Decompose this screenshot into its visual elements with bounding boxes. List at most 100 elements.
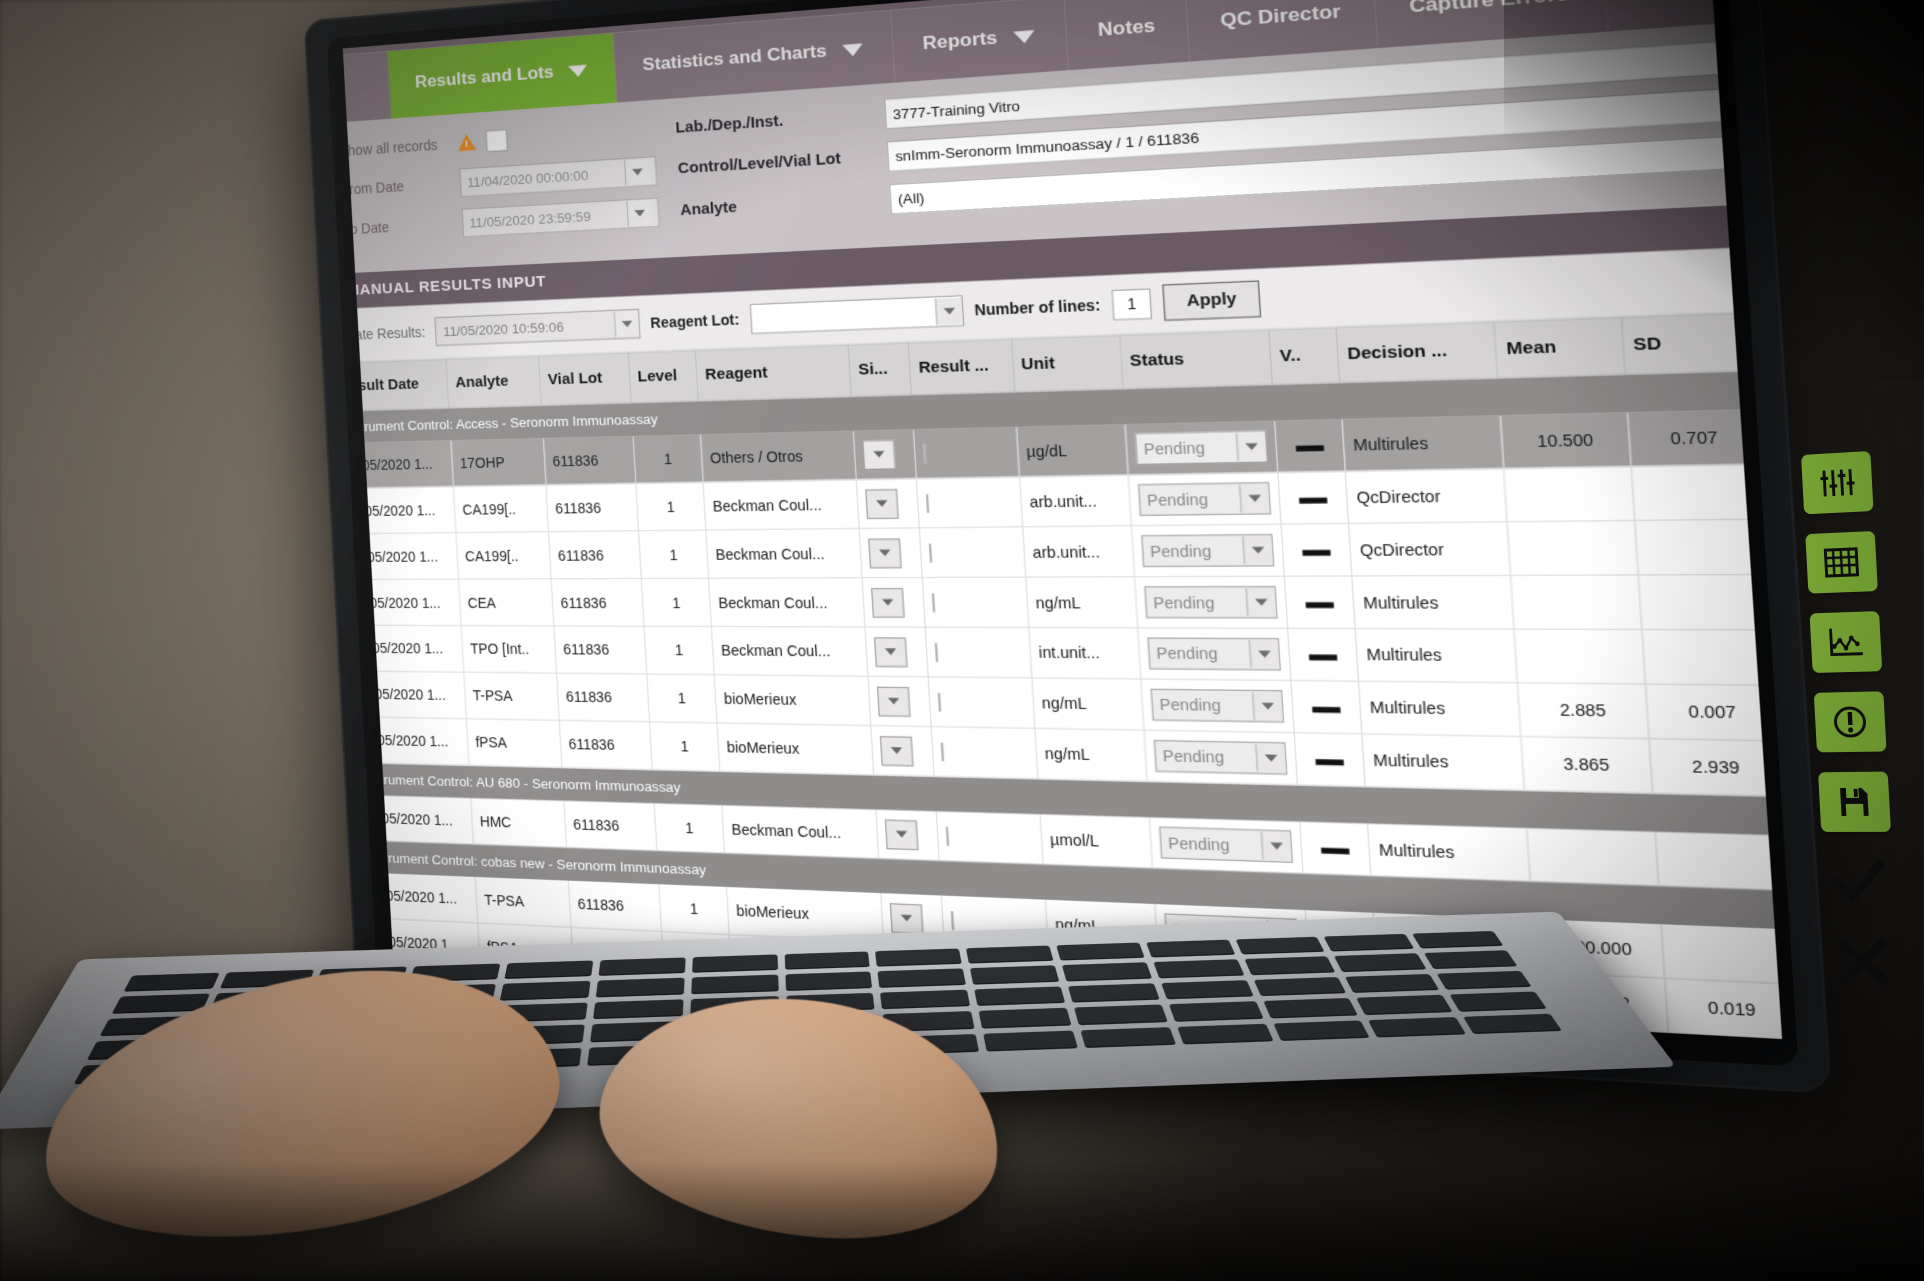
sigma-dropdown-icon[interactable]: [885, 818, 919, 850]
sigma-dropdown-icon[interactable]: [889, 902, 924, 934]
col-unit[interactable]: Unit: [1010, 335, 1123, 392]
result-input[interactable]: [941, 742, 945, 762]
alert-exclamation-icon[interactable]: [1813, 691, 1887, 753]
chevron-down-icon[interactable]: [1245, 588, 1277, 617]
keyboard-key[interactable]: [1424, 950, 1518, 969]
result-input[interactable]: [938, 692, 942, 712]
col-v[interactable]: V..: [1268, 327, 1340, 385]
status-select[interactable]: Pending: [1146, 637, 1281, 671]
col-vial-lot[interactable]: Vial Lot: [538, 353, 632, 406]
sigma-dropdown-icon[interactable]: [862, 439, 897, 470]
keyboard-key[interactable]: [1345, 973, 1440, 994]
keyboard-key[interactable]: [877, 968, 967, 988]
sigma-dropdown-icon[interactable]: [877, 686, 911, 717]
chevron-down-icon[interactable]: [1251, 692, 1283, 721]
chevron-down-icon[interactable]: [613, 310, 640, 338]
keyboard-key[interactable]: [978, 1007, 1072, 1029]
keyboard-key[interactable]: [1176, 1023, 1274, 1045]
keyboard-key[interactable]: [593, 999, 684, 1020]
result-input[interactable]: [923, 443, 927, 463]
sigma-dropdown-icon[interactable]: [880, 735, 914, 766]
chevron-down-icon[interactable]: [934, 297, 963, 325]
result-input[interactable]: [932, 592, 936, 612]
result-input[interactable]: [935, 642, 939, 662]
keyboard-key[interactable]: [966, 945, 1054, 964]
keyboard-key[interactable]: [785, 971, 873, 991]
status-select[interactable]: Pending: [1143, 586, 1278, 619]
keyboard-key[interactable]: [1334, 953, 1427, 973]
keyboard-key[interactable]: [1462, 1013, 1563, 1035]
keyboard-key[interactable]: [1323, 933, 1415, 952]
sigma-dropdown-icon[interactable]: [865, 488, 899, 519]
keyboard-key[interactable]: [1168, 1001, 1264, 1022]
keyboard-key[interactable]: [123, 972, 220, 992]
keyboard-key[interactable]: [1153, 959, 1245, 979]
col-si[interactable]: Si...: [848, 343, 912, 397]
keyboard-key[interactable]: [1080, 1026, 1176, 1048]
status-select[interactable]: Pending: [1140, 534, 1275, 568]
keyboard-key[interactable]: [598, 957, 686, 977]
result-input[interactable]: [926, 493, 930, 513]
col-analyte[interactable]: Analyte: [446, 356, 542, 408]
keyboard-key[interactable]: [1449, 991, 1547, 1012]
keyboard-key[interactable]: [1253, 976, 1347, 997]
chevron-down-icon[interactable]: [1260, 831, 1292, 861]
status-select[interactable]: Pending: [1158, 826, 1293, 863]
col-mean[interactable]: Mean: [1494, 317, 1625, 378]
result-input[interactable]: [929, 543, 933, 563]
sigma-dropdown-icon[interactable]: [868, 537, 902, 568]
nav-item-notes[interactable]: Notes: [1064, 0, 1191, 71]
nav-item-home[interactable]: Home: [342, 51, 392, 124]
keyboard-key[interactable]: [595, 977, 685, 998]
chevron-down-icon[interactable]: [1235, 432, 1267, 461]
chevron-down-icon[interactable]: [1248, 640, 1280, 669]
keyboard-key[interactable]: [691, 954, 778, 974]
keyboard-key[interactable]: [1067, 983, 1160, 1003]
col-reagent[interactable]: Reagent: [695, 345, 852, 401]
keyboard-key[interactable]: [1145, 939, 1235, 958]
col-decision[interactable]: Decision ...: [1336, 322, 1499, 383]
keyboard-key[interactable]: [1244, 956, 1336, 976]
number-of-lines-input[interactable]: 1: [1111, 287, 1153, 320]
apply-button[interactable]: Apply: [1162, 280, 1262, 321]
status-select[interactable]: Pending: [1150, 688, 1284, 723]
keyboard-key[interactable]: [784, 951, 871, 970]
to-date-select[interactable]: 11/05/2020 23:59:59: [461, 197, 660, 238]
keyboard-key[interactable]: [875, 948, 963, 967]
status-select[interactable]: Pending: [1153, 739, 1288, 775]
keyboard-key[interactable]: [1262, 998, 1359, 1019]
chevron-down-icon[interactable]: [1255, 744, 1286, 773]
check-accept-icon[interactable]: [1822, 852, 1895, 912]
date-results-select[interactable]: 11/05/2020 10:59:06: [434, 308, 641, 347]
grid-table-icon[interactable]: [1805, 530, 1878, 594]
status-select[interactable]: Pending: [1137, 482, 1271, 516]
keyboard-key[interactable]: [1412, 930, 1504, 949]
keyboard-key[interactable]: [1272, 1020, 1370, 1041]
keyboard-key[interactable]: [880, 989, 971, 1010]
sigma-dropdown-icon[interactable]: [874, 636, 908, 667]
result-input[interactable]: [951, 910, 955, 930]
save-floppy-icon[interactable]: [1818, 771, 1891, 832]
keyboard-key[interactable]: [974, 986, 1066, 1007]
col-status[interactable]: Status: [1119, 330, 1273, 389]
status-select[interactable]: Pending: [1134, 430, 1268, 465]
keyboard-key[interactable]: [1160, 980, 1254, 1000]
keyboard-key[interactable]: [504, 960, 594, 980]
sigma-dropdown-icon[interactable]: [871, 587, 905, 618]
reagent-lot-select[interactable]: [749, 295, 964, 335]
keyboard-key[interactable]: [1235, 936, 1325, 955]
col-result[interactable]: Result ...: [908, 339, 1015, 395]
keyboard-key[interactable]: [500, 981, 591, 1001]
keyboard-key[interactable]: [1073, 1004, 1168, 1025]
keyboard-key[interactable]: [690, 974, 779, 995]
keyboard-key[interactable]: [1436, 970, 1532, 990]
chevron-down-icon[interactable]: [624, 158, 650, 186]
chevron-down-icon[interactable]: [1242, 536, 1273, 565]
chevron-down-icon[interactable]: [626, 199, 653, 227]
col-level[interactable]: Level: [628, 350, 699, 403]
sliders-icon[interactable]: [1801, 450, 1874, 515]
from-date-select[interactable]: 11/04/2020 00:00:00: [459, 156, 658, 198]
keyboard-key[interactable]: [983, 1030, 1078, 1052]
table-row[interactable]: 11/05/2020 1... CEA 611836 1 Beckman Coul...…: [343, 573, 1783, 631]
close-cancel-icon[interactable]: [1827, 932, 1900, 993]
